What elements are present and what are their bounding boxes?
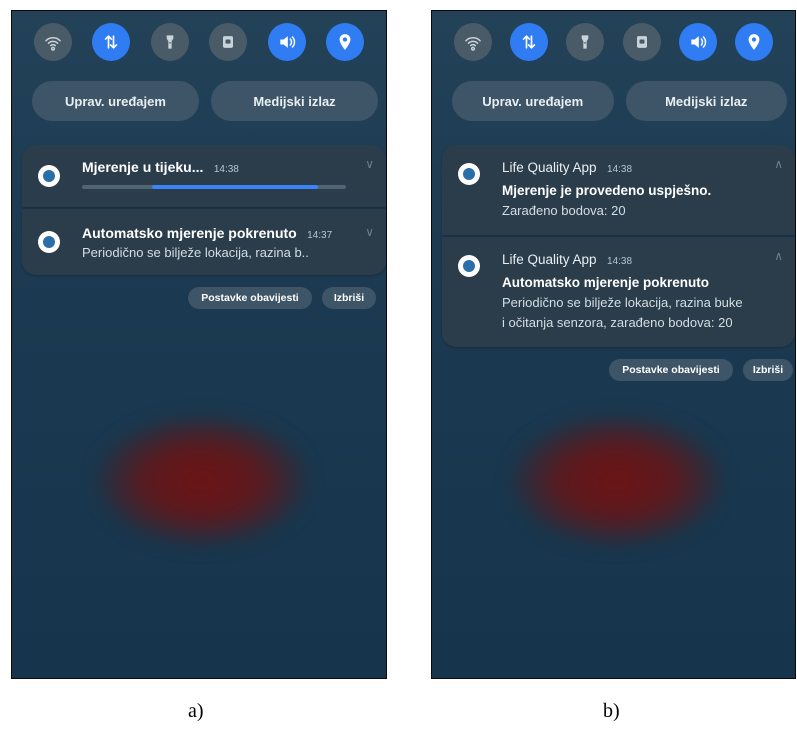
volume-icon[interactable] (678, 23, 717, 61)
notification-success[interactable]: Life Quality App 14:38 ∧ Mjerenje je pro… (442, 145, 795, 235)
screen-lock-icon[interactable] (622, 23, 661, 61)
media-output-button[interactable]: Medijski izlaz (625, 81, 787, 121)
phone-screen-b: Uprav. uređajem Medijski izlaz Life Qual… (431, 10, 796, 679)
notification-header: Mjerenje u tijeku... 14:38 (82, 159, 239, 177)
quick-settings-row (454, 23, 773, 63)
clear-all-button[interactable]: Izbriši (322, 287, 376, 309)
flashlight-icon[interactable] (566, 23, 605, 61)
blurred-background (512, 416, 722, 546)
app-icon (458, 163, 480, 185)
app-name: Life Quality App (502, 252, 597, 267)
blurred-background (97, 416, 307, 546)
quick-settings-row (34, 23, 364, 63)
data-sync-icon[interactable] (92, 23, 131, 61)
phone-screen-a: Uprav. uređajem Medijski izlaz Mjerenje … (11, 10, 387, 679)
notification-auto-measure[interactable]: Automatsko mjerenje pokrenuto 14:37 ∨ Pe… (22, 209, 386, 275)
progress-fill (152, 185, 319, 189)
notification-measuring[interactable]: Mjerenje u tijeku... 14:38 ∨ (22, 145, 386, 207)
notification-text-line1: Periodično se bilježe lokacija, razina b… (502, 295, 743, 310)
notification-title: Mjerenje u tijeku... (82, 159, 204, 175)
notification-header: Life Quality App 14:38 (502, 251, 632, 269)
progress-bar (82, 185, 346, 189)
notification-auto-measure[interactable]: Life Quality App 14:38 ∧ Automatsko mjer… (442, 237, 795, 347)
location-icon[interactable] (325, 23, 364, 61)
device-control-button[interactable]: Uprav. uređajem (452, 81, 614, 121)
volume-icon[interactable] (267, 23, 306, 61)
clear-all-button[interactable]: Izbriši (743, 359, 793, 381)
wifi-icon[interactable] (454, 23, 492, 61)
expand-chevron-icon[interactable]: ∨ (365, 225, 374, 239)
app-name: Life Quality App (502, 160, 597, 175)
notification-settings-button[interactable]: Postavke obavijesti (609, 359, 733, 381)
collapse-chevron-icon[interactable]: ∧ (774, 157, 783, 171)
notification-text: Zarađeno bodova: 20 (502, 203, 626, 218)
data-sync-icon[interactable] (510, 23, 549, 61)
media-output-button[interactable]: Medijski izlaz (211, 81, 378, 121)
caption-b: b) (603, 700, 620, 722)
control-pills: Uprav. uređajem Medijski izlaz (32, 81, 378, 121)
notification-settings-button[interactable]: Postavke obavijesti (188, 287, 312, 309)
location-icon[interactable] (734, 23, 773, 61)
screen-lock-icon[interactable] (209, 23, 248, 61)
notification-time: 14:38 (213, 164, 239, 175)
notification-time: 14:38 (607, 164, 633, 175)
collapse-chevron-icon[interactable]: ∧ (774, 249, 783, 263)
notification-title: Automatsko mjerenje pokrenuto (502, 275, 710, 290)
app-icon (38, 165, 60, 187)
app-icon (458, 255, 480, 277)
app-icon (38, 231, 60, 253)
notification-header: Automatsko mjerenje pokrenuto 14:37 (82, 225, 332, 243)
notification-header: Life Quality App 14:38 (502, 159, 632, 177)
notification-text: Periodično se bilježe lokacija, razina b… (82, 245, 309, 260)
notification-title: Mjerenje je provedeno uspješno. (502, 183, 712, 198)
notification-title: Automatsko mjerenje pokrenuto (82, 225, 297, 241)
flashlight-icon[interactable] (150, 23, 189, 61)
notification-time: 14:37 (307, 230, 333, 241)
control-pills: Uprav. uređajem Medijski izlaz (452, 81, 787, 121)
device-control-button[interactable]: Uprav. uređajem (32, 81, 199, 121)
notification-text-line2: i očitanja senzora, zarađeno bodova: 20 (502, 315, 733, 330)
notification-time: 14:38 (607, 256, 633, 267)
expand-chevron-icon[interactable]: ∨ (365, 157, 374, 171)
caption-a: a) (188, 700, 204, 722)
wifi-icon[interactable] (34, 23, 72, 61)
